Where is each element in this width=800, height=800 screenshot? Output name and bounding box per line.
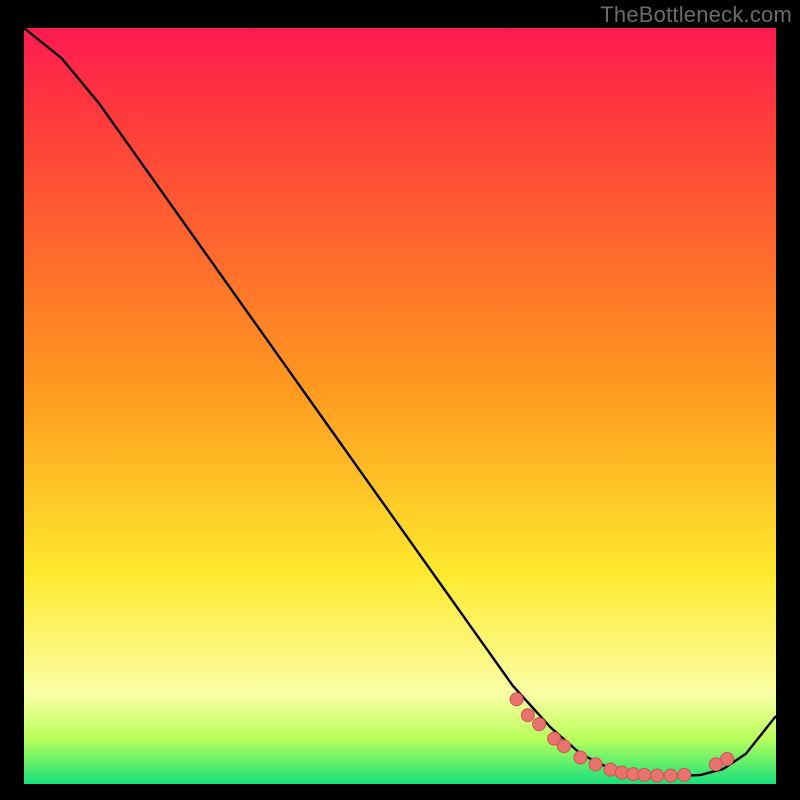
data-marker <box>678 768 691 781</box>
data-marker <box>721 753 734 766</box>
data-marker <box>589 758 602 771</box>
data-marker <box>557 740 570 753</box>
gradient-background <box>24 28 776 784</box>
data-marker <box>574 751 587 764</box>
data-marker <box>533 718 546 731</box>
chart-svg <box>24 28 776 784</box>
chart-frame: TheBottleneck.com <box>0 0 800 800</box>
data-marker <box>664 769 677 782</box>
watermark-text: TheBottleneck.com <box>600 2 792 28</box>
chart-plot <box>24 28 776 784</box>
data-marker <box>510 693 523 706</box>
data-marker <box>638 768 651 781</box>
data-marker <box>651 769 664 782</box>
data-marker <box>521 709 534 722</box>
